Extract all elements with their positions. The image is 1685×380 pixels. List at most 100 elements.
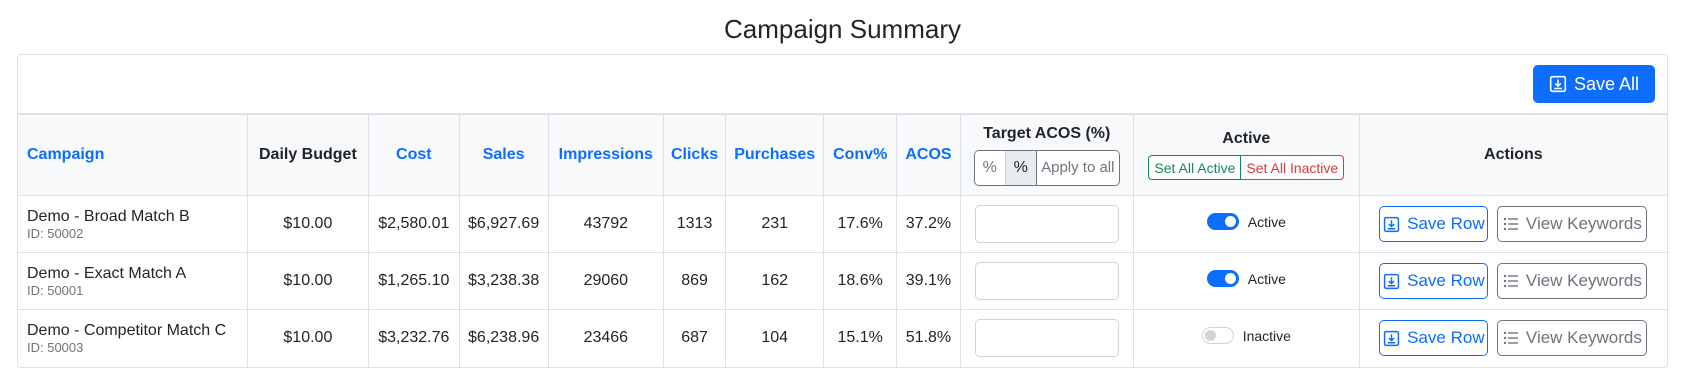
save-download-icon [1383, 216, 1400, 233]
active-label: Inactive [1242, 327, 1291, 344]
impressions-cell: 23466 [547, 309, 664, 367]
save-download-icon [1383, 330, 1400, 347]
view-keywords-label: View Keywords [1525, 271, 1642, 290]
purchases-cell: 104 [725, 309, 825, 367]
header-conv[interactable]: Conv% [823, 114, 898, 196]
active-label: Active [1247, 270, 1286, 287]
save-all-button[interactable]: Save All [1533, 65, 1655, 103]
purchases-cell: 162 [725, 252, 825, 310]
view-keywords-button[interactable]: View Keywords [1497, 320, 1648, 357]
bulk-acos-group: % Apply to all [973, 149, 1120, 186]
set-active-group: Set All Active Set All Inactive [1148, 155, 1345, 180]
header-clicks[interactable]: Clicks [662, 114, 727, 196]
card-header: Save All [18, 55, 1667, 114]
active-toggle[interactable]: Active [1206, 213, 1286, 230]
set-all-active-button[interactable]: Set All Active [1148, 155, 1242, 180]
header-cost[interactable]: Cost [368, 114, 460, 196]
target-acos-group: % [974, 205, 1119, 243]
table-row: Demo - Broad Match B ID: 50002 $10.00 $2… [18, 195, 1667, 253]
actions-cell: Save Row View Keywords [1358, 252, 1667, 310]
table-header-row: Campaign Daily Budget Cost Sales Impress… [18, 114, 1667, 196]
header-actions: Actions [1358, 114, 1667, 196]
header-daily-budget: Daily Budget [246, 114, 370, 196]
target-acos-input[interactable] [975, 206, 1118, 242]
active-switch[interactable] [1206, 213, 1239, 230]
impressions-cell: 29060 [547, 252, 664, 310]
acos-cell: 51.8% [896, 309, 961, 367]
switch-knob [1224, 216, 1236, 227]
save-row-label: Save Row [1407, 271, 1485, 290]
impressions-cell: 43792 [547, 195, 664, 253]
view-keywords-button[interactable]: View Keywords [1497, 206, 1648, 242]
save-row-button[interactable]: Save Row [1379, 206, 1489, 242]
campaign-id: ID: 50001 [27, 282, 84, 298]
sales-cell: $3,238.38 [458, 252, 549, 310]
save-row-button[interactable]: Save Row [1379, 320, 1489, 357]
table-row: Demo - Competitor Match C ID: 50003 $10.… [18, 309, 1667, 367]
header-acos[interactable]: ACOS [896, 114, 961, 196]
save-download-icon [1549, 75, 1567, 93]
daily-budget-cell: $10.00 [246, 252, 370, 310]
view-keywords-label: View Keywords [1525, 328, 1642, 348]
list-icon [1503, 217, 1519, 231]
campaign-cell: Demo - Exact Match A ID: 50001 [18, 252, 248, 310]
active-label: Active [1247, 213, 1286, 230]
active-title: Active [1222, 130, 1271, 147]
campaign-card: Save All Campaign Daily Budget Cost Sale… [17, 54, 1668, 368]
target-acos-cell: % [959, 195, 1134, 253]
view-keywords-button[interactable]: View Keywords [1497, 263, 1648, 299]
campaign-table: Campaign Daily Budget Cost Sales Impress… [18, 114, 1667, 367]
target-acos-group: % [974, 319, 1119, 358]
campaign-id: ID: 50003 [27, 339, 84, 355]
header-purchases[interactable]: Purchases [725, 114, 825, 196]
clicks-cell: 869 [662, 252, 727, 310]
daily-budget-cell: $10.00 [246, 195, 370, 253]
conv-cell: 17.6% [823, 195, 898, 253]
purchases-cell: 231 [725, 195, 825, 253]
list-icon [1503, 274, 1519, 288]
set-all-inactive-button[interactable]: Set All Inactive [1241, 155, 1345, 180]
active-cell: Inactive [1132, 309, 1360, 367]
view-keywords-label: View Keywords [1525, 214, 1642, 233]
save-row-label: Save Row [1407, 214, 1485, 233]
cost-cell: $3,232.76 [368, 309, 460, 367]
clicks-cell: 1313 [662, 195, 727, 253]
cost-cell: $1,265.10 [368, 252, 460, 310]
campaign-name: Demo - Exact Match A [27, 264, 187, 282]
sales-cell: $6,927.69 [458, 195, 549, 253]
campaign-cell: Demo - Broad Match B ID: 50002 [18, 195, 248, 253]
active-switch[interactable] [1201, 327, 1234, 345]
campaign-name: Demo - Broad Match B [27, 207, 190, 225]
target-acos-title: Target ACOS (%) [983, 124, 1111, 142]
active-toggle[interactable]: Inactive [1201, 327, 1291, 345]
apply-to-all-button[interactable]: Apply to all [1036, 150, 1119, 185]
table-row: Demo - Exact Match A ID: 50001 $10.00 $1… [18, 252, 1667, 310]
header-active: Active Set All Active Set All Inactive [1132, 114, 1360, 196]
daily-budget-cell: $10.00 [246, 309, 370, 367]
header-campaign[interactable]: Campaign [18, 114, 248, 196]
switch-knob [1204, 330, 1216, 342]
save-row-button[interactable]: Save Row [1379, 263, 1489, 299]
save-all-label: Save All [1573, 73, 1640, 94]
switch-knob [1224, 273, 1236, 284]
row-actions: Save Row View Keywords [1379, 206, 1648, 242]
target-acos-cell: % [959, 309, 1134, 367]
target-acos-input[interactable] [975, 320, 1118, 357]
header-target-acos: Target ACOS (%) % Apply to all [959, 114, 1134, 196]
campaign-name: Demo - Competitor Match C [27, 321, 227, 339]
target-acos-cell: % [959, 252, 1134, 310]
sales-cell: $6,238.96 [458, 309, 549, 367]
target-acos-input[interactable] [975, 263, 1118, 299]
bulk-acos-addon: % [1005, 150, 1037, 185]
clicks-cell: 687 [662, 309, 727, 367]
active-switch[interactable] [1206, 270, 1239, 287]
acos-cell: 39.1% [896, 252, 961, 310]
bulk-acos-input[interactable] [974, 150, 1006, 185]
header-impressions[interactable]: Impressions [547, 114, 664, 196]
list-icon [1503, 331, 1519, 345]
active-toggle[interactable]: Active [1206, 270, 1286, 287]
conv-cell: 15.1% [823, 309, 898, 367]
header-sales[interactable]: Sales [458, 114, 549, 196]
actions-cell: Save Row View Keywords [1358, 309, 1667, 367]
campaign-id: ID: 50002 [27, 225, 84, 241]
